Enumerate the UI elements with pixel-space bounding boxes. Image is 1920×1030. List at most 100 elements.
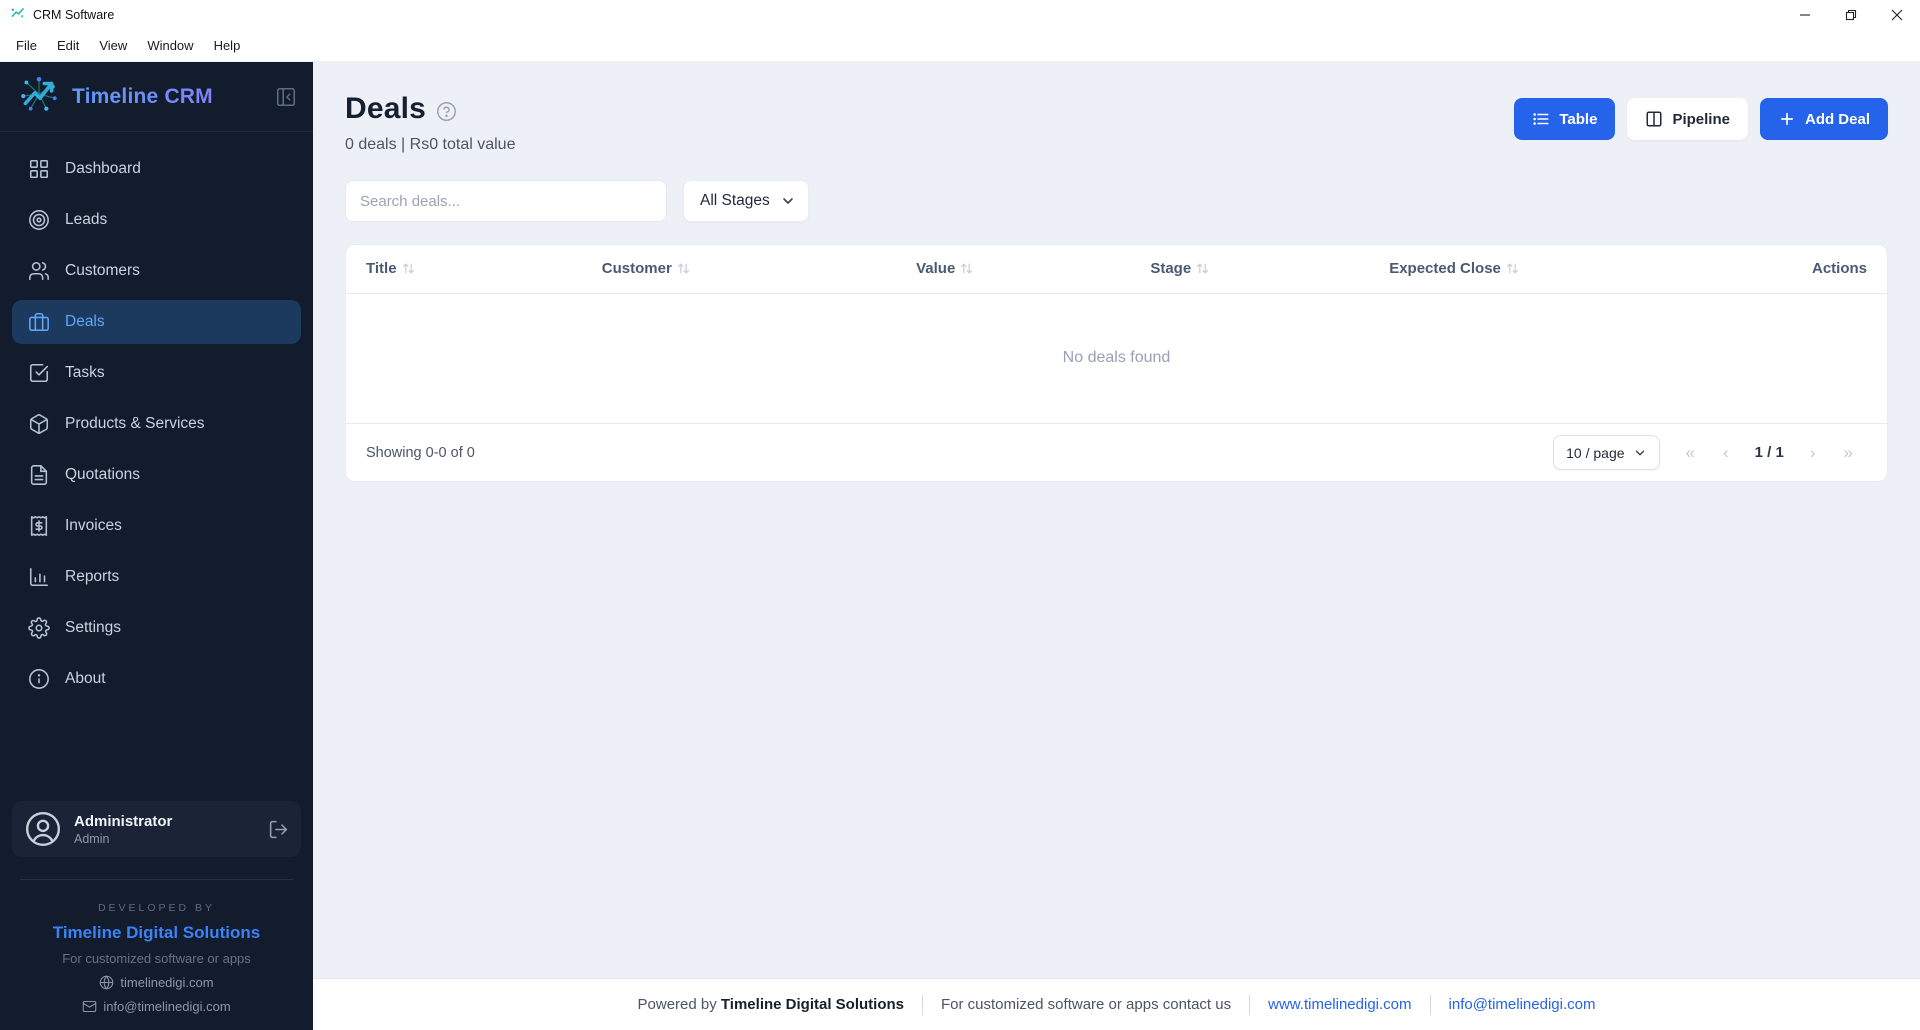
first-page-button[interactable]: « xyxy=(1672,443,1709,463)
sidebar-item-dashboard[interactable]: Dashboard xyxy=(12,147,301,191)
last-page-button[interactable]: » xyxy=(1830,443,1867,463)
next-page-button[interactable]: › xyxy=(1796,443,1830,463)
column-header-stage[interactable]: Stage xyxy=(1130,245,1369,293)
gear-icon xyxy=(28,617,50,639)
sidebar-item-leads[interactable]: Leads xyxy=(12,198,301,242)
window-controls xyxy=(1782,0,1920,30)
brand-name: Timeline CRM xyxy=(72,85,263,109)
sidebar-header: Timeline CRM xyxy=(0,62,313,132)
column-header-title[interactable]: Title xyxy=(346,245,582,293)
developer-website[interactable]: timelinedigi.com xyxy=(12,975,301,990)
table-view-button[interactable]: Table xyxy=(1514,98,1616,140)
brand-logo-icon xyxy=(18,73,60,120)
users-icon xyxy=(28,260,50,282)
target-icon xyxy=(28,209,50,231)
user-card[interactable]: Administrator Admin xyxy=(12,801,301,857)
sidebar-item-label: Settings xyxy=(65,619,122,636)
sort-icon xyxy=(677,262,690,275)
menu-view[interactable]: View xyxy=(89,33,137,58)
menu-window[interactable]: Window xyxy=(137,33,203,58)
sidebar-item-label: Dashboard xyxy=(65,160,141,177)
sidebar-item-customers[interactable]: Customers xyxy=(12,249,301,293)
sort-icon xyxy=(1196,262,1209,275)
add-deal-button[interactable]: Add Deal xyxy=(1759,98,1888,140)
sidebar-item-deals[interactable]: Deals xyxy=(12,300,301,344)
briefcase-icon xyxy=(28,311,50,333)
sidebar-item-quotations[interactable]: Quotations xyxy=(12,453,301,497)
sidebar-item-label: Customers xyxy=(65,262,140,279)
sort-icon xyxy=(402,262,415,275)
logout-button[interactable] xyxy=(268,819,289,840)
developed-by-label: DEVELOPED BY xyxy=(97,902,216,914)
footer-contact-text: For customized software or apps contact … xyxy=(940,996,1232,1013)
empty-row: No deals found xyxy=(346,293,1887,423)
deals-summary: 0 deals | Rs0 total value xyxy=(345,136,516,153)
developer-company[interactable]: Timeline Digital Solutions xyxy=(12,923,301,943)
app-footer: Powered by Timeline Digital Solutions Fo… xyxy=(313,978,1920,1030)
sidebar-item-invoices[interactable]: Invoices xyxy=(12,504,301,548)
window-title: CRM Software xyxy=(33,8,115,22)
deals-table: Title Customer Value Stage Expected Close Act… xyxy=(346,245,1887,423)
sort-icon xyxy=(960,262,973,275)
sidebar-item-label: Deals xyxy=(65,313,105,330)
stage-filter-select[interactable]: All Stages xyxy=(683,180,809,222)
powered-by: Powered by Timeline Digital Solutions xyxy=(637,996,904,1013)
sidebar-item-tasks[interactable]: Tasks xyxy=(12,351,301,395)
sidebar-item-label: Leads xyxy=(65,211,108,228)
app-logo-icon xyxy=(10,5,25,25)
pipeline-view-button[interactable]: Pipeline xyxy=(1627,98,1748,140)
divider xyxy=(1429,994,1431,1015)
column-header-customer[interactable]: Customer xyxy=(582,245,896,293)
main-area: Deals 0 deals | Rs0 total value Table Pi… xyxy=(313,62,1920,1030)
menu-help[interactable]: Help xyxy=(204,33,251,58)
menu-file[interactable]: File xyxy=(6,33,47,58)
dashboard-icon xyxy=(28,158,50,180)
app-window: CRM Software FileEditViewWindowHelp xyxy=(0,0,1920,1030)
columns-icon xyxy=(1646,111,1662,127)
page-indicator: 1 / 1 xyxy=(1754,444,1784,461)
menu-edit[interactable]: Edit xyxy=(47,33,89,58)
user-name: Administrator xyxy=(74,812,173,830)
sidebar-item-label: Reports xyxy=(65,568,120,585)
developer-tagline: For customized software or apps xyxy=(62,951,251,966)
restore-button[interactable] xyxy=(1828,0,1874,30)
user-role: Admin xyxy=(74,831,110,846)
close-button[interactable] xyxy=(1874,0,1920,30)
globe-icon xyxy=(100,975,114,990)
bar-chart-icon xyxy=(28,566,50,588)
column-header-expected-close[interactable]: Expected Close xyxy=(1369,245,1674,293)
sidebar-item-label: Products & Services xyxy=(65,415,205,432)
chevron-down-icon xyxy=(780,193,796,209)
sidebar-item-products-services[interactable]: Products & Services xyxy=(12,402,301,446)
page-size-select[interactable]: 10 / page xyxy=(1553,435,1660,470)
sidebar-item-about[interactable]: About xyxy=(12,657,301,701)
mail-icon xyxy=(83,1000,97,1013)
sidebar-collapse-button[interactable] xyxy=(275,86,297,108)
sidebar-item-reports[interactable]: Reports xyxy=(12,555,301,599)
prev-page-button[interactable]: ‹ xyxy=(1709,443,1743,463)
info-icon xyxy=(28,668,50,690)
sidebar-item-settings[interactable]: Settings xyxy=(12,606,301,650)
sidebar-item-label: Invoices xyxy=(65,517,122,534)
column-header-value[interactable]: Value xyxy=(896,245,1130,293)
sidebar-item-label: Quotations xyxy=(65,466,140,483)
package-icon xyxy=(28,413,50,435)
divider xyxy=(1249,994,1251,1015)
footer-website-link[interactable]: www.timelinedigi.com xyxy=(1268,996,1411,1013)
list-icon xyxy=(1533,113,1549,125)
receipt-icon xyxy=(28,515,50,537)
sidebar-item-label: Tasks xyxy=(65,364,105,381)
help-icon[interactable] xyxy=(436,101,457,122)
pagination-bar: Showing 0-0 of 0 10 / page « ‹ 1 / 1 › » xyxy=(346,423,1887,481)
search-input[interactable] xyxy=(345,180,667,222)
menu-bar: File Edit View Window Help xyxy=(0,30,1920,62)
minimize-button[interactable] xyxy=(1782,0,1828,30)
footer-email-link[interactable]: info@timelinedigi.com xyxy=(1449,996,1596,1013)
developer-email[interactable]: info@timelinedigi.com xyxy=(12,999,301,1014)
user-avatar-icon xyxy=(24,810,62,848)
sort-icon xyxy=(1506,262,1519,275)
sidebar-item-label: About xyxy=(65,670,106,687)
sidebar-nav: Dashboard Leads Customers Deals Tasks Product… xyxy=(0,132,313,708)
deals-table-card: Title Customer Value Stage Expected Close Act… xyxy=(345,244,1888,482)
page-title: Deals xyxy=(345,92,427,125)
